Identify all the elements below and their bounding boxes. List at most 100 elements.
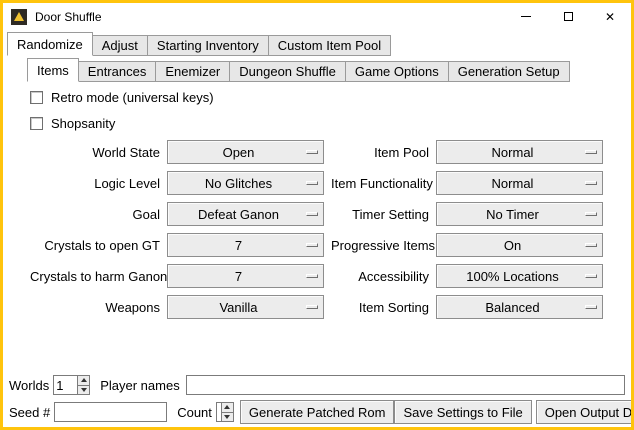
tab-game-options[interactable]: Game Options <box>345 61 449 82</box>
tab-randomize[interactable]: Randomize <box>7 32 93 56</box>
app-icon <box>11 9 27 25</box>
outer-tab-bar: Randomize Adjust Starting Inventory Cust… <box>7 32 631 56</box>
count-label: Count <box>177 405 212 420</box>
dropdown-indicator-icon <box>306 243 318 247</box>
minimize-icon <box>521 16 531 17</box>
timer-setting-dropdown[interactable]: No Timer <box>436 202 603 226</box>
dropdown-indicator-icon <box>306 305 318 309</box>
dropdown-indicator-icon <box>585 150 597 154</box>
crystals-gt-value: 7 <box>235 238 242 253</box>
accessibility-dropdown[interactable]: 100% Locations <box>436 264 603 288</box>
player-names-input[interactable] <box>186 375 625 395</box>
seed-row: Seed # Count Generate Patched Rom Save S… <box>9 400 625 424</box>
player-names-label: Player names <box>100 378 179 393</box>
world-state-dropdown[interactable]: Open <box>167 140 324 164</box>
titlebar: Door Shuffle ✕ <box>3 3 631 30</box>
logic-level-label: Logic Level <box>30 176 160 191</box>
tab-entrances[interactable]: Entrances <box>78 61 157 82</box>
worlds-row: Worlds Player names <box>9 374 625 396</box>
window-controls: ✕ <box>505 3 631 30</box>
timer-setting-value: No Timer <box>486 207 539 222</box>
shopsanity-checkbox[interactable] <box>30 117 43 130</box>
worlds-spin-up-button[interactable] <box>78 376 89 385</box>
window: Door Shuffle ✕ Randomize Adjust Starting… <box>0 0 634 430</box>
item-pool-value: Normal <box>492 145 534 160</box>
seed-input[interactable] <box>54 402 167 422</box>
world-state-label: World State <box>30 145 160 160</box>
crystals-ganon-label: Crystals to harm Ganon <box>30 269 160 284</box>
tab-items[interactable]: Items <box>27 58 79 82</box>
world-state-value: Open <box>223 145 255 160</box>
progressive-items-value: On <box>504 238 521 253</box>
tab-generation-setup[interactable]: Generation Setup <box>448 61 570 82</box>
goal-value: Defeat Ganon <box>198 207 279 222</box>
shopsanity-label: Shopsanity <box>51 116 115 131</box>
crystals-ganon-value: 7 <box>235 269 242 284</box>
dropdown-indicator-icon <box>306 212 318 216</box>
goal-label: Goal <box>30 207 160 222</box>
progressive-items-label: Progressive Items <box>331 238 429 253</box>
worlds-input[interactable] <box>54 376 77 394</box>
close-icon: ✕ <box>605 11 615 23</box>
accessibility-label: Accessibility <box>331 269 429 284</box>
dropdown-indicator-icon <box>585 212 597 216</box>
count-spin-down-button[interactable] <box>222 412 233 422</box>
count-spin-buttons <box>221 403 233 421</box>
window-title: Door Shuffle <box>35 10 102 24</box>
shopsanity-checkbox-row[interactable]: Shopsanity <box>30 116 631 130</box>
dropdown-indicator-icon <box>585 243 597 247</box>
worlds-spin-down-button[interactable] <box>78 385 89 395</box>
item-sorting-label: Item Sorting <box>331 300 429 315</box>
maximize-button[interactable] <box>547 3 589 30</box>
logic-level-value: No Glitches <box>205 176 272 191</box>
logic-level-dropdown[interactable]: No Glitches <box>167 171 324 195</box>
item-functionality-dropdown[interactable]: Normal <box>436 171 603 195</box>
item-pool-label: Item Pool <box>331 145 429 160</box>
item-functionality-label: Item Functionality <box>331 176 429 191</box>
tab-starting-inventory[interactable]: Starting Inventory <box>147 35 269 56</box>
crystals-gt-dropdown[interactable]: 7 <box>167 233 324 257</box>
inner-tab-bar: Items Entrances Enemizer Dungeon Shuffle… <box>27 58 631 82</box>
worlds-label: Worlds <box>9 378 49 393</box>
weapons-label: Weapons <box>30 300 160 315</box>
goal-dropdown[interactable]: Defeat Ganon <box>167 202 324 226</box>
retro-mode-label: Retro mode (universal keys) <box>51 90 214 105</box>
tab-dungeon-shuffle[interactable]: Dungeon Shuffle <box>229 61 346 82</box>
dropdown-indicator-icon <box>306 274 318 278</box>
dropdown-indicator-icon <box>585 274 597 278</box>
save-settings-button[interactable]: Save Settings to File <box>394 400 531 424</box>
dropdown-indicator-icon <box>585 305 597 309</box>
retro-mode-checkbox-row[interactable]: Retro mode (universal keys) <box>30 90 631 104</box>
worlds-spin-buttons <box>77 376 89 394</box>
item-functionality-value: Normal <box>492 176 534 191</box>
close-button[interactable]: ✕ <box>589 3 631 30</box>
spin-down-icon <box>224 415 230 419</box>
dropdown-indicator-icon <box>585 181 597 185</box>
weapons-dropdown[interactable]: Vanilla <box>167 295 324 319</box>
minimize-button[interactable] <box>505 3 547 30</box>
spin-up-icon <box>81 378 87 382</box>
tab-custom-item-pool[interactable]: Custom Item Pool <box>268 35 391 56</box>
crystals-gt-label: Crystals to open GT <box>30 238 160 253</box>
weapons-value: Vanilla <box>219 300 257 315</box>
seed-label: Seed # <box>9 405 50 420</box>
tab-enemizer[interactable]: Enemizer <box>155 61 230 82</box>
item-sorting-dropdown[interactable]: Balanced <box>436 295 603 319</box>
generate-patched-rom-button[interactable]: Generate Patched Rom <box>240 400 395 424</box>
spin-down-icon <box>81 388 87 392</box>
timer-setting-label: Timer Setting <box>331 207 429 222</box>
maximize-icon <box>564 12 573 21</box>
item-sorting-value: Balanced <box>485 300 539 315</box>
settings-grid: World State Open Item Pool Normal Logic … <box>30 140 631 319</box>
count-spin-up-button[interactable] <box>222 403 233 412</box>
crystals-ganon-dropdown[interactable]: 7 <box>167 264 324 288</box>
retro-mode-checkbox[interactable] <box>30 91 43 104</box>
count-spinbox[interactable] <box>216 402 234 422</box>
tab-adjust[interactable]: Adjust <box>92 35 148 56</box>
item-pool-dropdown[interactable]: Normal <box>436 140 603 164</box>
dropdown-indicator-icon <box>306 150 318 154</box>
progressive-items-dropdown[interactable]: On <box>436 233 603 257</box>
spin-up-icon <box>224 405 230 409</box>
open-output-directory-button[interactable]: Open Output Directory <box>536 400 634 424</box>
worlds-spinbox[interactable] <box>53 375 90 395</box>
